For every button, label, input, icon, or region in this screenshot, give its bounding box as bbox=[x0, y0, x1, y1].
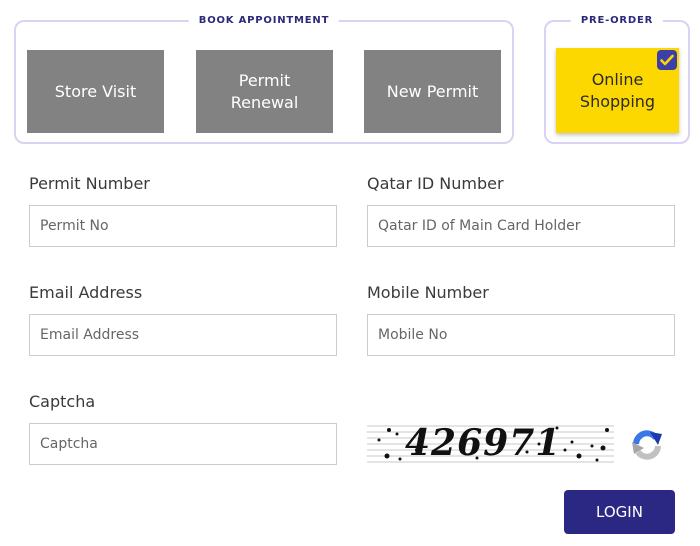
online-shopping-label: Online Shopping bbox=[579, 69, 656, 111]
book-appointment-legend: BOOK APPOINTMENT bbox=[188, 14, 340, 28]
qatar-id-input[interactable] bbox=[367, 205, 675, 247]
login-button[interactable]: LOGIN bbox=[564, 490, 675, 534]
permit-number-label: Permit Number bbox=[29, 174, 150, 193]
captcha-label: Captcha bbox=[29, 392, 96, 411]
store-visit-label: Store Visit bbox=[54, 81, 137, 101]
recaptcha-refresh-icon[interactable] bbox=[630, 428, 664, 462]
mobile-number-input[interactable] bbox=[367, 314, 675, 356]
captcha-input[interactable] bbox=[29, 423, 337, 465]
new-permit-tile[interactable]: New Permit bbox=[364, 50, 501, 133]
qatar-id-label: Qatar ID Number bbox=[367, 174, 504, 193]
online-shopping-tile[interactable]: Online Shopping bbox=[556, 48, 679, 133]
email-address-label: Email Address bbox=[29, 283, 143, 302]
permit-renewal-label: Permit Renewal bbox=[230, 70, 299, 112]
permit-renewal-tile[interactable]: Permit Renewal bbox=[196, 50, 333, 133]
mobile-number-label: Mobile Number bbox=[367, 283, 489, 302]
email-address-input[interactable] bbox=[29, 314, 337, 356]
captcha-image: 426971 bbox=[367, 422, 614, 464]
captcha-image-text: 426971 bbox=[405, 422, 562, 464]
pre-order-group: PRE-ORDER Online Shopping bbox=[544, 14, 690, 144]
permit-number-input[interactable] bbox=[29, 205, 337, 247]
checkmark-icon bbox=[657, 50, 677, 70]
store-visit-tile[interactable]: Store Visit bbox=[27, 50, 164, 133]
book-appointment-group: BOOK APPOINTMENT Store Visit Permit Rene… bbox=[14, 14, 514, 144]
pre-order-legend: PRE-ORDER bbox=[570, 14, 664, 28]
new-permit-label: New Permit bbox=[386, 81, 479, 101]
